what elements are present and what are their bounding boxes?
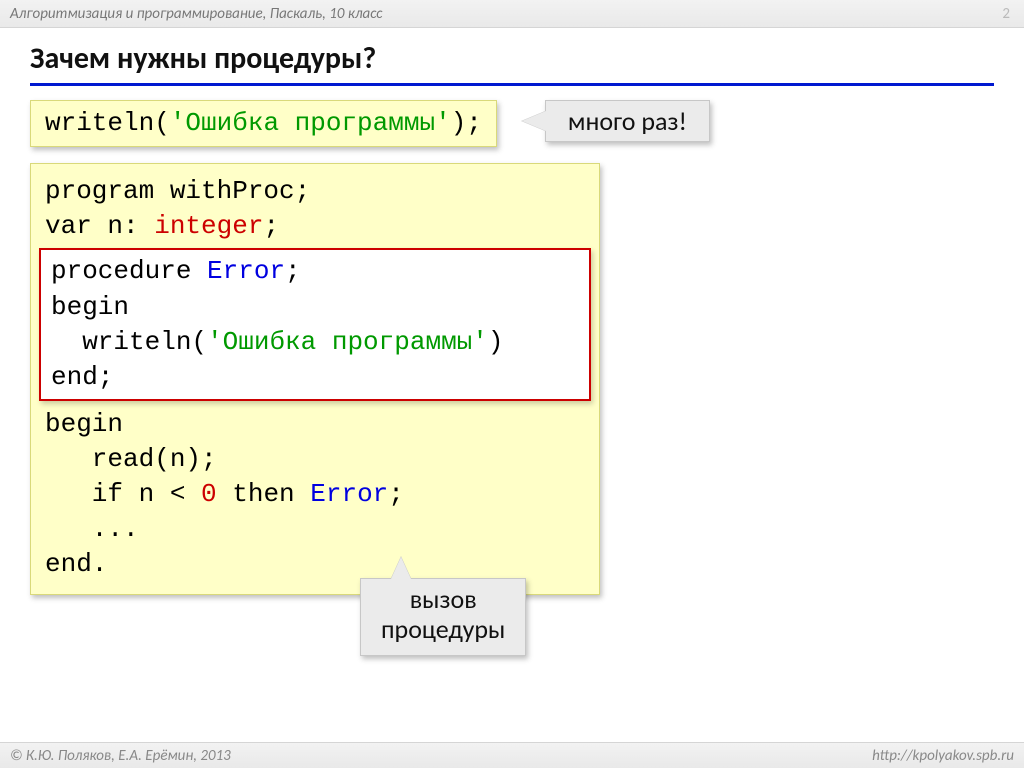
code-text: if n < <box>45 479 201 509</box>
code-line: read(n); <box>45 444 217 474</box>
callout-tail-icon <box>522 111 546 131</box>
code-line: ... <box>45 514 139 544</box>
code-text: writeln( <box>51 327 207 357</box>
code-text: procedure <box>51 256 207 286</box>
header-bar: Алгоритмизация и программирование, Паска… <box>0 0 1024 28</box>
code-string: 'Ошибка программы' <box>170 108 451 138</box>
callout-text: много раз! <box>568 105 687 137</box>
header-subject: Алгоритмизация и программирование, Паска… <box>10 5 383 23</box>
code-number: 0 <box>201 479 217 509</box>
callout-line2: процедуры <box>381 613 505 645</box>
code-line: begin <box>51 292 129 322</box>
code-proc-name: Error <box>207 256 285 286</box>
code-open: ( <box>154 108 170 138</box>
callout-tail-icon <box>391 557 411 579</box>
code-text: ; <box>388 479 404 509</box>
footer-bar: © К.Ю. Поляков, Е.А. Ерёмин, 2013 http:/… <box>0 742 1024 768</box>
code-line: begin <box>45 409 123 439</box>
code-line: var n: <box>45 211 154 241</box>
callout-procedure-call: вызов процедуры <box>360 578 526 656</box>
code-text: ) <box>488 327 504 357</box>
code-snippet-single-line: writeln('Ошибка программы'); <box>30 100 497 147</box>
footer-copyright: © К.Ю. Поляков, Е.А. Ерёмин, 2013 <box>10 747 231 765</box>
code-text: ; <box>285 256 301 286</box>
snippet-row: writeln('Ошибка программы'); много раз! <box>30 100 994 147</box>
code-line: program withProc; <box>45 176 310 206</box>
program-block: program withProc; var n: integer; proced… <box>30 163 600 595</box>
code-close: ); <box>451 108 482 138</box>
procedure-definition-box: procedure Error; begin writeln('Ошибка п… <box>39 248 591 400</box>
code-func: writeln <box>45 108 154 138</box>
callout-line1: вызов <box>410 583 477 615</box>
page-number: 2 <box>1002 5 1014 23</box>
callout-many-times: много раз! <box>545 100 710 142</box>
code-line: end. <box>45 549 107 579</box>
code-line: end; <box>51 362 113 392</box>
program-code: program withProc; var n: integer; proced… <box>30 163 600 595</box>
code-proc-call: Error <box>310 479 388 509</box>
slide-title: Зачем нужны процедуры? <box>30 40 994 86</box>
code-text: ; <box>263 211 279 241</box>
code-text: then <box>217 479 311 509</box>
code-string: 'Ошибка программы' <box>207 327 488 357</box>
footer-url: http://kpolyakov.spb.ru <box>872 747 1014 765</box>
code-type: integer <box>154 211 263 241</box>
slide-content: Зачем нужны процедуры? writeln('Ошибка п… <box>0 28 1024 595</box>
